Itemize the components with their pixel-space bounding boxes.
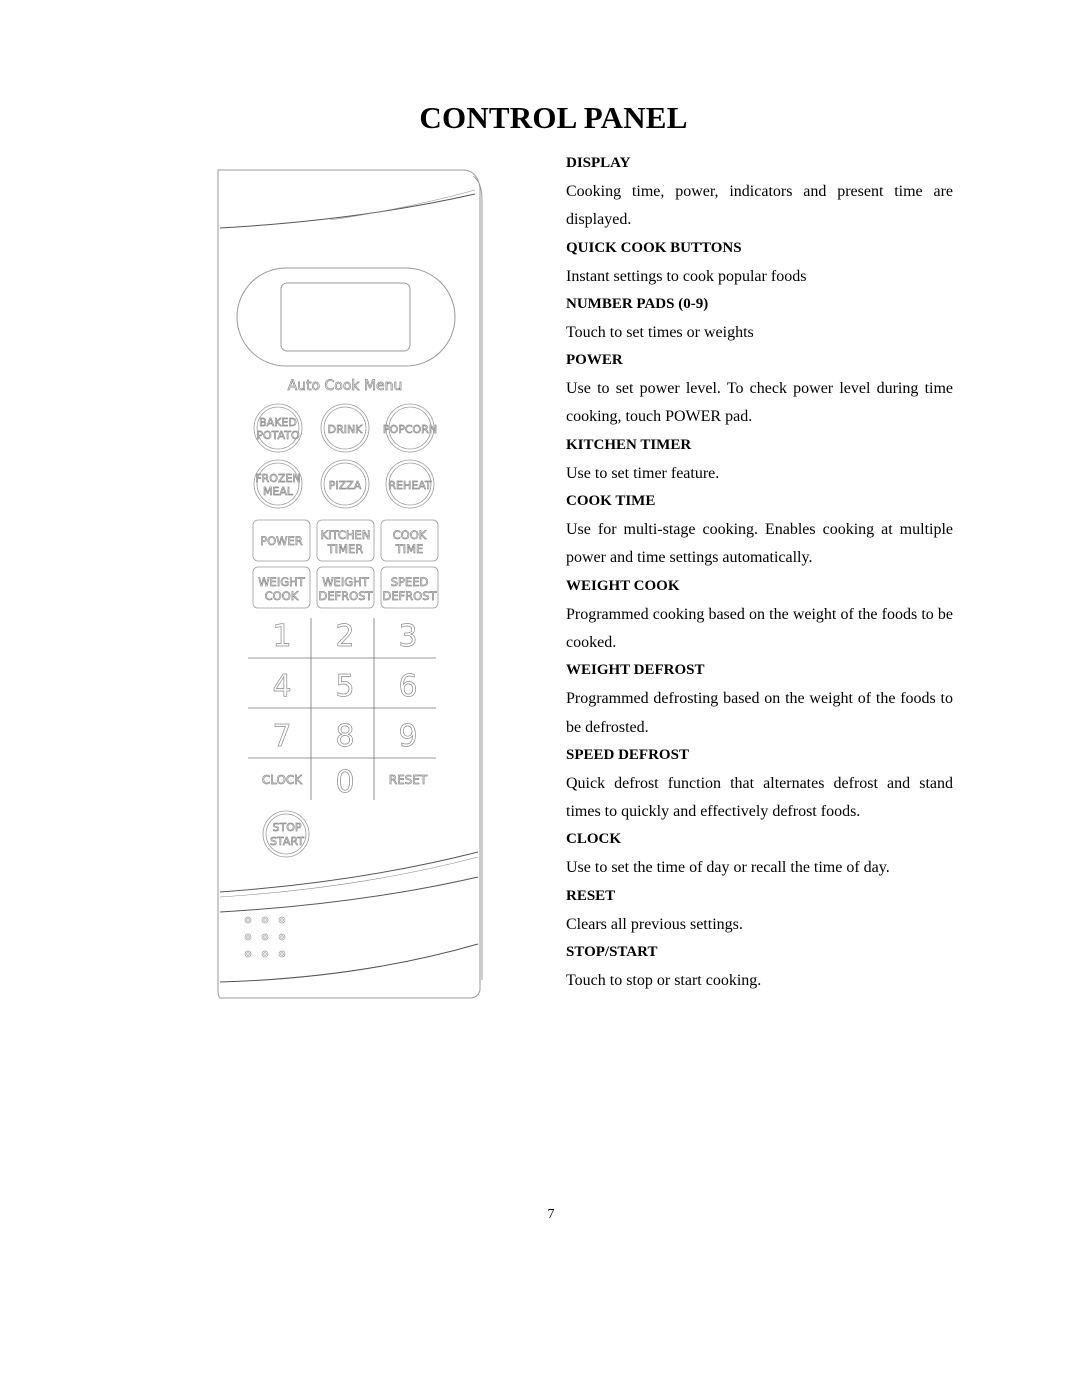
description-text: Use to set the time of day or recall the…	[566, 859, 890, 877]
quick-cook-button[interactable]: BAKEDPOTATO	[253, 403, 303, 453]
description-heading: WEIGHT COOK	[566, 577, 680, 594]
description-heading: STOP/START	[566, 944, 658, 961]
description-heading: DISPLAY	[566, 155, 631, 171]
description-text: Programmed cooking based on the weight o…	[566, 605, 953, 651]
description-heading: POWER	[566, 352, 623, 369]
description-text: Clears all previous settings.	[566, 915, 743, 933]
quick-cook-label: MEAL	[263, 485, 294, 498]
description-item: RESET Clears all previous settings.	[566, 883, 953, 939]
quick-cook-label: PIZZA	[329, 479, 362, 492]
description-text: Use to set timer feature.	[566, 464, 720, 482]
function-pad[interactable]: WEIGHTCOOK	[252, 566, 311, 609]
auto-cook-menu-label: Auto Cook Menu	[288, 378, 403, 394]
function-pad-label: POWER	[260, 534, 303, 548]
quick-cook-button[interactable]: PIZZA	[320, 459, 370, 509]
number-pad-6[interactable]: 6	[398, 669, 418, 705]
function-pad-label: SPEED	[391, 575, 429, 589]
number-pad-1[interactable]: 1	[272, 619, 292, 655]
pad-reset[interactable]: RESET	[388, 773, 428, 788]
function-pad[interactable]: POWER	[252, 519, 311, 562]
pad-clock[interactable]: CLOCK	[261, 773, 303, 788]
page-number: 7	[547, 1207, 555, 1222]
control-panel-illustration: Auto Cook Menu BAKED POTATO DRINK POPCORN FR…	[210, 160, 490, 1000]
description-text: Cooking time, power, indicators and pres…	[566, 183, 953, 229]
function-pads: POWER KITCHENTIMERCOOKTIMEWEIGHTCOOKWEIGH…	[252, 519, 439, 609]
description-item: COOK TIME Use for multi-stage cooking. En…	[566, 488, 953, 573]
number-pad-8[interactable]: 8	[335, 719, 355, 755]
description-text: Touch to set times or weights	[566, 323, 754, 341]
description-heading: NUMBER PADS (0-9)	[566, 295, 709, 312]
speaker-grille-icon	[244, 916, 286, 958]
description-text: Use for multi-stage cooking. Enables coo…	[566, 521, 953, 567]
quick-cook-button[interactable]: POPCORN	[383, 403, 437, 453]
number-pad-2[interactable]: 2	[335, 619, 355, 655]
function-pad[interactable]: WEIGHTDEFROST	[316, 566, 375, 609]
function-pad-label: KITCHEN	[321, 528, 371, 542]
description-text: Touch to stop or start cooking.	[566, 972, 762, 990]
function-pad-label: WEIGHT	[322, 575, 370, 589]
function-pad-label: DEFROST	[318, 589, 373, 603]
description-text: Instant settings to cook popular foods	[566, 267, 807, 285]
description-item: KITCHEN TIMER Use to set timer feature.	[566, 432, 953, 488]
description-heading: WEIGHT DEFROST	[566, 662, 705, 679]
page-title: CONTROL PANEL	[419, 100, 688, 135]
number-pad-3[interactable]: 3	[398, 619, 418, 655]
description-heading: CLOCK	[566, 831, 622, 848]
number-pad-7[interactable]: 7	[272, 719, 292, 755]
quick-cook-label: FROZEN	[255, 472, 300, 485]
function-pad-label: DEFROST	[382, 589, 437, 603]
quick-cook-label: REHEAT	[388, 479, 431, 492]
description-item: POWER Use to set power level. To check po…	[566, 347, 953, 432]
function-pad-label: TIMER	[327, 542, 364, 556]
description-item: STOP/START Touch to stop or start cooking…	[566, 939, 953, 995]
description-item: DISPLAY Cooking time, power, indicators a…	[566, 150, 953, 235]
number-pad-5[interactable]: 5	[335, 669, 355, 705]
quick-cook-button[interactable]: REHEAT	[385, 459, 435, 509]
panel-top-curve	[219, 193, 476, 229]
number-pads: 1 2 3 4 5 6 7 8 9 CLOCK 0 RESET	[261, 619, 428, 801]
description-heading: QUICK COOK BUTTONS	[566, 239, 742, 256]
description-text: Use to set power level. To check power l…	[566, 380, 953, 426]
quick-cook-button[interactable]: DRINK	[320, 403, 370, 453]
function-pad-label: COOK	[265, 589, 299, 603]
description-heading: KITCHEN TIMER	[566, 436, 692, 453]
description-heading: SPEED DEFROST	[566, 746, 689, 763]
number-pad-4[interactable]: 4	[272, 669, 292, 705]
description-heading: COOK TIME	[566, 493, 656, 510]
quick-cook-label: POPCORN	[383, 423, 437, 436]
number-pad-9[interactable]: 9	[398, 719, 418, 755]
quick-cook-button[interactable]: FROZENMEAL	[253, 459, 303, 509]
function-pad[interactable]: KITCHENTIMER	[316, 519, 375, 562]
description-item: WEIGHT DEFROST Programmed defrosting base…	[566, 657, 953, 742]
quick-cook-label: BAKED	[259, 416, 297, 429]
description-list: DISPLAY Cooking time, power, indicators a…	[566, 150, 953, 995]
function-pad[interactable]: SPEEDDEFROST	[380, 566, 439, 609]
stop-start-button[interactable]: STOP START	[262, 810, 310, 858]
description-heading: RESET	[566, 887, 616, 904]
function-pad[interactable]: COOKTIME	[380, 519, 439, 562]
description-text: Quick defrost function that alternates d…	[566, 774, 953, 821]
description-item: NUMBER PADS (0-9) Touch to set times or w…	[566, 291, 953, 347]
quick-cook-label: POTATO	[256, 429, 300, 442]
number-pad-0[interactable]: 0	[335, 765, 355, 801]
display-screen	[280, 282, 411, 352]
function-pad-label: TIME	[395, 542, 424, 556]
function-pad-label: WEIGHT	[258, 575, 306, 589]
function-pad-label: COOK	[393, 528, 427, 542]
description-text: Programmed defrosting based on the weigh…	[566, 690, 953, 736]
svg-text:STOP: STOP	[273, 821, 302, 834]
description-item: WEIGHT COOK Programmed cooking based on t…	[566, 573, 953, 658]
quick-cook-label: DRINK	[328, 423, 364, 436]
description-item: SPEED DEFROST Quick defrost function that…	[566, 742, 953, 827]
quick-cook-buttons: BAKEDPOTATO DRINK POPCORN FROZENMEAL PIZZA RE…	[253, 403, 437, 509]
description-item: CLOCK Use to set the time of day or recal…	[566, 826, 953, 882]
description-item: QUICK COOK BUTTONS Instant settings to co…	[566, 235, 953, 291]
svg-text:START: START	[270, 835, 304, 848]
